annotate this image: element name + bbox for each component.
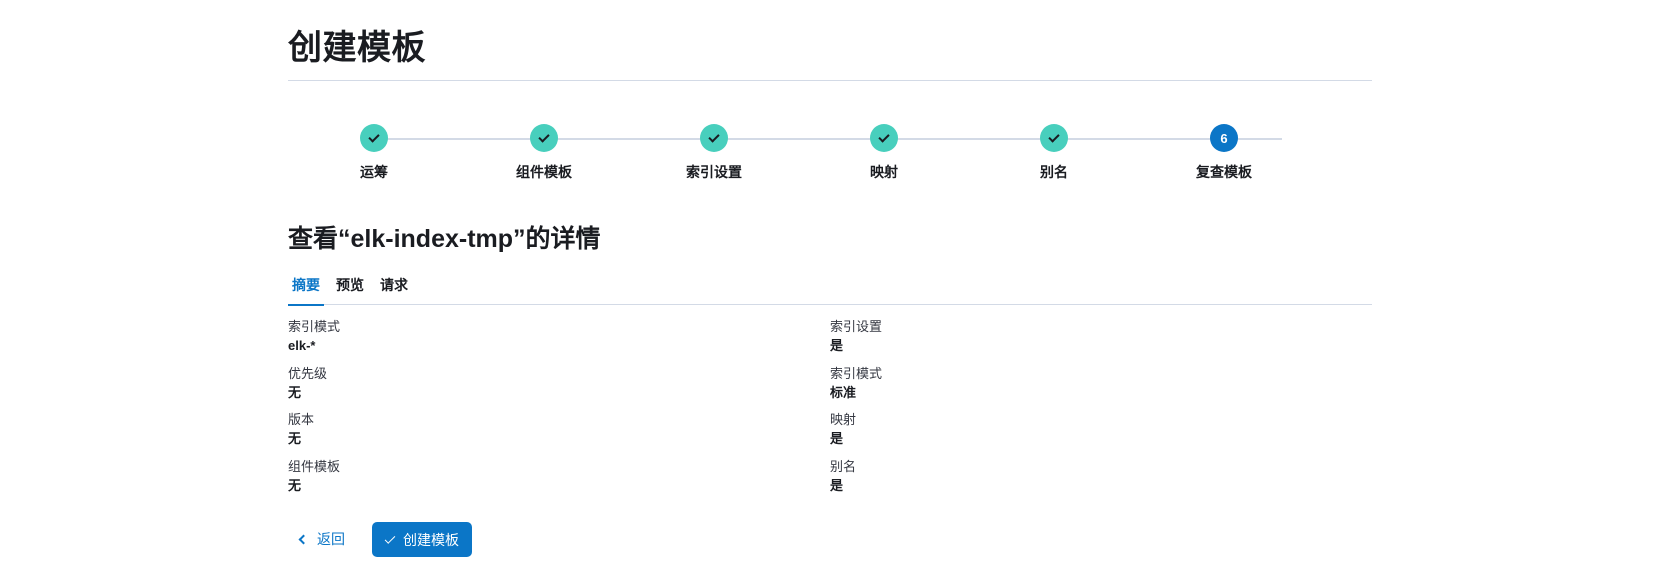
check-icon [384,532,396,544]
chevron-left-icon [298,534,309,544]
check-icon [708,130,720,143]
create-template-button-label: 创建模板 [403,531,459,548]
summary-right-column: 索引设置 是 索引模式 标准 映射 是 别名 是 [830,318,1330,504]
summary-item: 映射 是 [830,411,1330,458]
tab-preview[interactable]: 预览 [336,276,364,305]
check-icon [538,130,550,143]
step-label: 组件模板 [516,164,572,180]
summary-item-title: 组件模板 [288,458,341,474]
create-template-button[interactable]: 创建模板 [372,522,472,557]
step-complete-circle [530,124,558,152]
summary-left-column: 索引模式 elk-* 优先级 无 版本 无 组件模板 无 [288,318,788,504]
summary-item-value: 是 [830,477,844,493]
summary-item-title: 优先级 [288,365,328,381]
step-label: 运筹 [360,164,388,180]
summary-item-value: 无 [288,431,302,446]
summary-item: 组件模板 无 [288,458,788,505]
summary-item: 优先级 无 [288,365,788,412]
summary-item-value: 是 [830,431,844,446]
back-button-label: 返回 [317,531,345,547]
summary-item: 别名 是 [830,458,1330,505]
review-title: 查看“elk-index-tmp”的详情 [288,225,601,253]
steps-progress: 运筹 组件模板 索引设置 映射 别名 6 复查模板 [288,123,1372,183]
step-label: 索引设置 [686,164,742,180]
step-1[interactable]: 运筹 [304,123,444,182]
step-complete-circle [360,124,388,152]
check-icon [1048,130,1060,143]
step-2[interactable]: 组件模板 [474,123,614,182]
step-3[interactable]: 索引设置 [644,123,784,182]
summary-item-title: 索引模式 [288,319,341,334]
summary-item: 索引模式 标准 [830,365,1330,412]
check-icon [368,130,380,143]
summary-item: 索引设置 是 [830,318,1330,365]
step-complete-circle [700,124,728,152]
title-divider [288,80,1372,81]
tab-request[interactable]: 请求 [380,276,408,305]
summary-item-title: 版本 [288,412,315,427]
back-button[interactable]: 返回 [292,522,351,556]
step-4[interactable]: 映射 [814,123,954,182]
summary-item-title: 别名 [830,458,857,474]
step-current-circle: 6 [1210,124,1238,152]
page-title: 创建模板 [288,29,426,67]
summary-item-title: 映射 [830,412,857,427]
review-tabs: 摘要 预览 请求 [288,276,1372,306]
tab-summary[interactable]: 摘要 [288,276,324,306]
step-label: 别名 [1040,164,1068,180]
summary-item-value: elk-* [288,338,316,353]
step-6[interactable]: 6 复查模板 [1154,123,1294,182]
step-complete-circle [870,124,898,152]
step-label: 复查模板 [1196,164,1252,180]
summary-item: 版本 无 [288,411,788,458]
check-icon [878,130,890,143]
summary-item-value: 是 [830,338,844,353]
step-complete-circle [1040,124,1068,152]
summary-item-value: 无 [288,384,302,400]
step-5[interactable]: 别名 [984,123,1124,182]
summary-item-value: 无 [288,477,302,493]
step-label: 映射 [870,164,898,180]
summary-item-value: 标准 [830,384,857,400]
summary-item-title: 索引设置 [830,319,883,334]
summary-item-title: 索引模式 [830,365,883,381]
summary-item: 索引模式 elk-* [288,318,788,365]
